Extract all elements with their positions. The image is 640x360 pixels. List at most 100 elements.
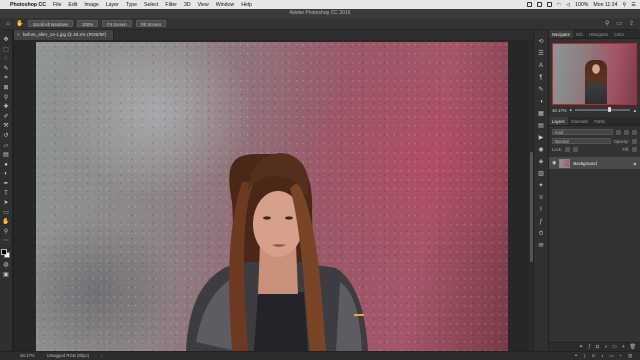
tab-layers[interactable]: Layers xyxy=(549,117,568,125)
color-swatches[interactable] xyxy=(1,249,11,260)
tab-color[interactable]: Color xyxy=(611,30,627,38)
status-icon[interactable] xyxy=(526,2,532,7)
lock-pixels-icon[interactable] xyxy=(565,147,571,152)
fx-icon[interactable]: ƒ xyxy=(584,352,586,360)
link-icon[interactable]: ⚭ xyxy=(574,352,578,360)
new-group-icon[interactable]: ▭ xyxy=(612,343,617,351)
lasso-tool-icon[interactable]: ◌ xyxy=(2,55,11,64)
tab-navigator[interactable]: Navigator xyxy=(549,30,573,38)
fx-icon[interactable]: ƒ xyxy=(588,343,591,351)
tab-info[interactable]: Info xyxy=(573,30,586,38)
zoom-slider[interactable] xyxy=(574,107,630,113)
share-icon[interactable]: ⇪ xyxy=(629,20,634,27)
brush-panel-icon[interactable]: ✎ xyxy=(536,86,546,95)
search-icon[interactable]: ⚲ xyxy=(605,20,609,27)
healing-brush-tool-icon[interactable]: ✚ xyxy=(2,103,11,112)
path-select-tool-icon[interactable]: ➤ xyxy=(2,199,11,208)
menu-type[interactable]: Type xyxy=(126,2,137,8)
filter-adjust-icon[interactable] xyxy=(624,129,629,135)
image-canvas[interactable] xyxy=(36,42,508,351)
zoom-tool-icon[interactable]: ⚲ xyxy=(2,228,11,237)
status-doc-info[interactable]: Untagged RGB (8bpc) xyxy=(47,352,90,360)
add-mask-icon[interactable]: ◘ xyxy=(596,343,599,351)
filter-pixel-icon[interactable] xyxy=(616,129,621,135)
paths-panel-icon[interactable]: ⌇ xyxy=(536,206,546,215)
layer-kind-filter[interactable]: Kind xyxy=(552,129,613,135)
zoom-slider-knob[interactable] xyxy=(607,107,611,113)
gradient-panel-icon[interactable]: ▥ xyxy=(536,170,546,179)
pen-tool-icon[interactable]: ✒ xyxy=(2,180,11,189)
timeline-panel-icon[interactable]: ⏱ xyxy=(536,230,546,239)
opacity-field[interactable] xyxy=(632,138,637,144)
status-icon[interactable] xyxy=(546,2,552,7)
add-icon[interactable]: + xyxy=(619,352,622,360)
zoom-in-icon[interactable]: ▲ xyxy=(633,108,637,113)
character-panel-icon[interactable]: A xyxy=(536,62,546,71)
zoom-100-button[interactable]: 100% xyxy=(77,20,99,27)
home-icon[interactable]: ⌂ xyxy=(4,20,12,28)
libraries-panel-icon[interactable]: ▦ xyxy=(536,110,546,119)
glyphs-panel-icon[interactable]: ƒ xyxy=(536,218,546,227)
menu-select[interactable]: Select xyxy=(144,2,158,8)
blend-mode-select[interactable]: Normal xyxy=(552,138,611,144)
menu-layer[interactable]: Layer xyxy=(106,2,119,8)
adjust-icon[interactable]: ◑ xyxy=(601,352,604,360)
swatches-panel-icon[interactable]: ▤ xyxy=(536,122,546,131)
lock-position-icon[interactable] xyxy=(573,147,579,152)
fill-screen-button[interactable]: Fill Screen xyxy=(135,20,167,27)
more-tools-icon[interactable]: ⋯ xyxy=(2,237,11,246)
layer-row-background[interactable]: ◉ Background 🔒︎ xyxy=(549,157,640,169)
marquee-tool-icon[interactable]: ⬚ xyxy=(2,46,11,55)
app-menu[interactable]: Photoshop CC xyxy=(10,2,46,8)
document-tab[interactable]: × before_after_14-1.jpg @ 48.2% (RGB/8#) xyxy=(14,30,114,40)
notes-panel-icon[interactable]: ✉ xyxy=(536,242,546,251)
visibility-eye-icon[interactable]: ◉ xyxy=(552,160,556,166)
search-icon[interactable]: ⚲ xyxy=(623,2,627,8)
actions-panel-icon[interactable]: ▶ xyxy=(536,134,546,143)
fill-field[interactable] xyxy=(632,147,637,152)
blur-tool-icon[interactable]: ● xyxy=(2,161,11,170)
menu-3d[interactable]: 3D xyxy=(184,2,191,8)
hand-tool-icon[interactable]: ✋ xyxy=(16,20,24,28)
wifi-icon[interactable]: ◠ xyxy=(557,2,562,8)
zoom-out-icon[interactable]: ▴ xyxy=(570,107,572,113)
status-zoom[interactable]: 48.17% xyxy=(20,352,35,360)
workspace-icon[interactable]: ▭ xyxy=(616,20,622,27)
channels-panel-icon[interactable]: ≡ xyxy=(536,194,546,203)
tab-channels[interactable]: Channels xyxy=(568,117,592,125)
navigator-zoom-value[interactable]: 48.17% xyxy=(552,108,567,113)
gradient-tool-icon[interactable]: ▤ xyxy=(2,151,11,160)
history-panel-icon[interactable]: ⟲ xyxy=(536,38,546,47)
tab-histogram[interactable]: Histogram xyxy=(586,30,611,38)
trash-icon[interactable]: ▥ xyxy=(628,352,632,360)
eraser-tool-icon[interactable]: ▱ xyxy=(2,142,11,151)
layer-name[interactable]: Background xyxy=(573,161,596,166)
history-brush-tool-icon[interactable]: ↺ xyxy=(2,132,11,141)
quick-select-tool-icon[interactable]: ✎ xyxy=(2,65,11,74)
battery-level[interactable]: 100% xyxy=(575,2,588,8)
adjustment-layer-icon[interactable]: ◑ xyxy=(604,343,607,351)
menu-filter[interactable]: Filter xyxy=(165,2,177,8)
new-layer-icon[interactable]: + xyxy=(622,343,625,351)
link-layers-icon[interactable]: ⚭ xyxy=(579,343,583,351)
scroll-all-windows-checkbox[interactable]: Scroll All Windows xyxy=(28,20,74,27)
paragraph-panel-icon[interactable]: ¶ xyxy=(536,74,546,83)
rectangle-tool-icon[interactable]: ▭ xyxy=(2,209,11,218)
3d-panel-icon[interactable]: ◈ xyxy=(536,158,546,167)
clone-stamp-tool-icon[interactable]: ⚒ xyxy=(2,122,11,131)
close-icon[interactable]: × xyxy=(17,30,20,40)
menu-help[interactable]: Help xyxy=(241,2,252,8)
fit-screen-button[interactable]: Fit Screen xyxy=(102,20,132,27)
properties-panel-icon[interactable]: ☰ xyxy=(536,50,546,59)
color-panel-icon[interactable]: ◉ xyxy=(536,146,546,155)
status-arrow-icon[interactable]: › xyxy=(101,352,102,360)
hand-tool-icon[interactable]: ✋ xyxy=(2,218,11,227)
filter-type-icon[interactable] xyxy=(632,129,637,135)
clock[interactable]: Mon 11:24 xyxy=(593,2,617,8)
menu-list-icon[interactable]: ☰ xyxy=(631,2,636,8)
move-tool-icon[interactable]: ✥ xyxy=(2,36,11,45)
crop-tool-icon[interactable]: ⌗ xyxy=(2,74,11,83)
adjustments-panel-icon[interactable]: ◑ xyxy=(536,98,546,107)
frame-tool-icon[interactable]: ⊠ xyxy=(2,84,11,93)
menu-file[interactable]: File xyxy=(53,2,61,8)
